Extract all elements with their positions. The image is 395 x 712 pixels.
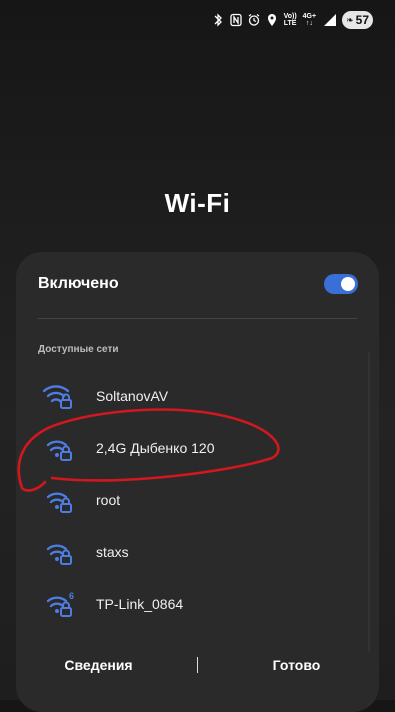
network-item[interactable]: 6 TP-Link_0864 [42,586,342,622]
network-name: staxs [96,544,129,560]
leaf-icon: ❧ [346,14,354,25]
alarm-icon [248,14,259,26]
bottom-bar: Сведения Готово [0,650,395,680]
details-button[interactable]: Сведения [0,657,197,673]
divider [38,318,357,319]
wifi-toggle-switch[interactable] [324,274,358,294]
battery-icon: ❧ 57 [342,11,373,29]
signal-indicator: 4G+ ↑↓ [302,13,317,27]
volte-indicator: Vo)) LTE [283,13,297,27]
wifi6-badge: 6 [69,591,74,601]
location-icon [267,14,276,26]
scrollbar[interactable] [368,352,370,652]
nfc-icon [229,13,242,27]
page-title: Wi-Fi [164,188,231,218]
wifi-lock-icon [46,544,72,565]
wifi6-lock-icon: 6 [46,591,74,617]
wifi-lock-icon [42,385,72,409]
network-item[interactable]: SoltanovAV [42,378,342,414]
status-bar: Vo)) LTE 4G+ ↑↓ ❧ 57 [212,8,373,32]
wifi-lock-icon [46,492,72,513]
network-name: TP-Link_0864 [96,596,184,612]
battery-level: 57 [355,13,369,27]
done-button[interactable]: Готово [198,657,395,673]
network-item[interactable]: 2,4G Дыбенко 120 [42,430,342,466]
network-name: root [96,492,121,508]
wifi-toggle-label: Включено [38,275,119,292]
wifi-lock-icon [46,440,72,461]
network-name: 2,4G Дыбенко 120 [96,440,215,456]
wifi-panel: Включено Доступные сети SoltanovAV 2,4G … [16,252,379,712]
bluetooth-icon [214,13,222,27]
network-name: SoltanovAV [96,388,169,404]
available-networks-label: Доступные сети [38,344,119,355]
network-item[interactable]: root [42,482,342,518]
signal-icon [324,14,337,26]
network-item[interactable]: staxs [42,534,342,570]
wifi-toggle-row[interactable]: Включено [38,272,358,296]
